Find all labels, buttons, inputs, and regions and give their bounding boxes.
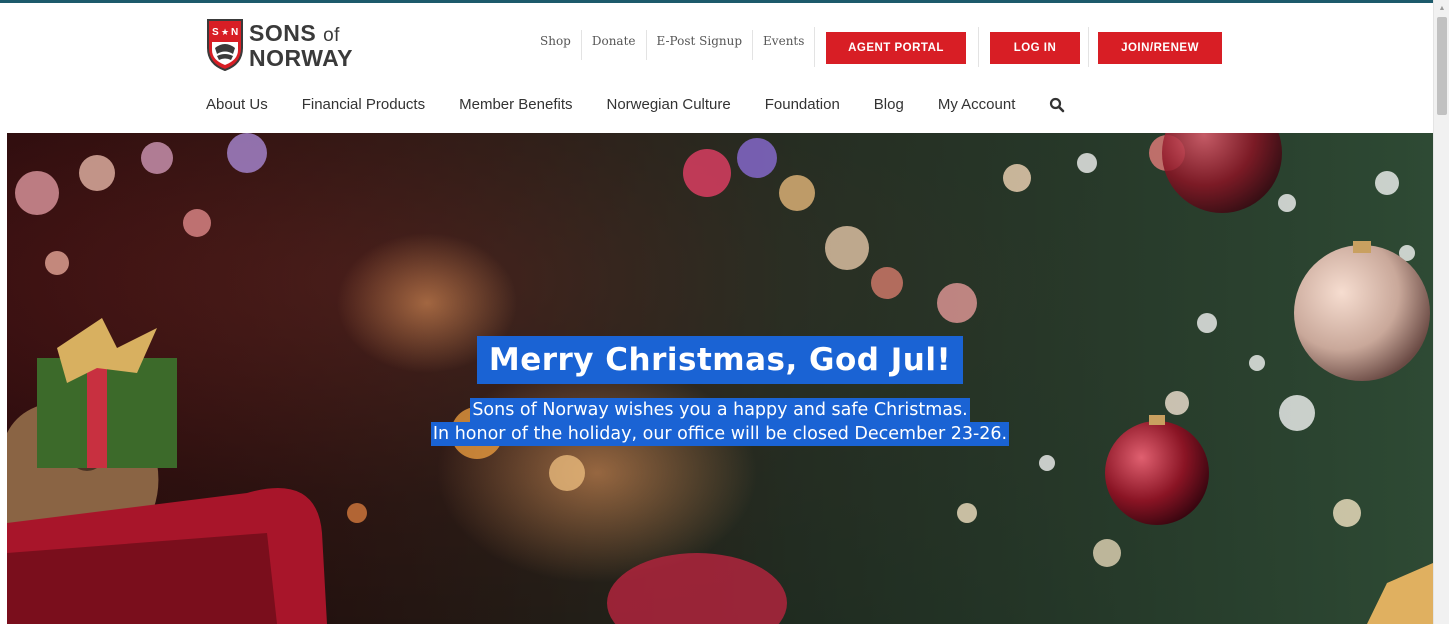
hero-title-text: Merry Christmas, God Jul!	[476, 336, 964, 384]
svg-text:★: ★	[221, 28, 229, 38]
utility-link-epost-signup[interactable]: E-Post Signup	[645, 30, 753, 60]
hero-subtitle: Sons of Norway wishes you a happy and sa…	[7, 398, 1433, 446]
nav-about-us[interactable]: About Us	[206, 96, 268, 113]
svg-text:N: N	[231, 27, 238, 38]
utility-links: Shop Donate E-Post Signup Events	[530, 30, 814, 65]
logo-wordmark: SONS of NORWAY	[249, 19, 353, 71]
log-in-button[interactable]: LOG IN	[990, 32, 1080, 64]
scroll-thumb[interactable]	[1437, 17, 1447, 115]
nav-blog[interactable]: Blog	[874, 96, 904, 113]
join-renew-button[interactable]: JOIN/RENEW	[1098, 32, 1222, 64]
utility-separator	[1088, 27, 1089, 67]
nav-foundation[interactable]: Foundation	[765, 96, 840, 113]
scroll-up-arrow-icon[interactable]: ▲	[1434, 2, 1449, 16]
logo-sons: SONS	[249, 19, 317, 46]
agent-portal-button[interactable]: AGENT PORTAL	[826, 32, 966, 64]
vertical-scrollbar[interactable]: ▲	[1433, 0, 1449, 624]
utility-link-shop[interactable]: Shop	[530, 30, 581, 60]
nav-norwegian-culture[interactable]: Norwegian Culture	[607, 96, 731, 113]
logo-of: of	[323, 24, 340, 46]
hero-title: Merry Christmas, God Jul!	[7, 336, 1433, 384]
nav-member-benefits[interactable]: Member Benefits	[459, 96, 572, 113]
hero-line-2: In honor of the holiday, our office will…	[430, 422, 1010, 446]
main-nav: About Us Financial Products Member Benef…	[206, 96, 1065, 113]
utility-link-events[interactable]: Events	[752, 30, 814, 60]
logo-norway: NORWAY	[249, 44, 353, 71]
search-icon[interactable]	[1049, 97, 1065, 113]
utility-separator	[978, 27, 979, 67]
utility-link-donate[interactable]: Donate	[580, 30, 646, 60]
utility-separator	[814, 27, 815, 67]
nav-financial-products[interactable]: Financial Products	[302, 96, 425, 113]
site-header: S ★ N SONS of NORWAY Shop Donate E-Post …	[0, 3, 1433, 133]
nav-my-account[interactable]: My Account	[938, 96, 1016, 113]
hero-banner: Merry Christmas, God Jul! Sons of Norway…	[7, 133, 1433, 624]
shield-logo-icon: S ★ N	[207, 19, 243, 72]
site-logo[interactable]: S ★ N SONS of NORWAY	[206, 18, 353, 72]
hero-line-1: Sons of Norway wishes you a happy and sa…	[470, 398, 970, 422]
svg-text:S: S	[212, 27, 219, 38]
